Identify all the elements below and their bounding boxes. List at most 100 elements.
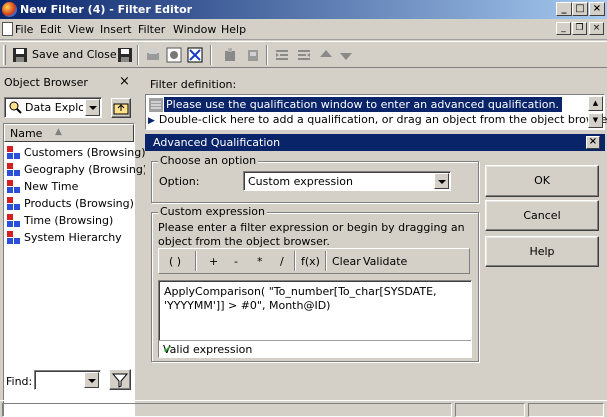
maximize-button[interactable]: □ <box>572 2 588 16</box>
menu-file[interactable]: File <box>15 23 33 36</box>
plus-button[interactable]: + <box>209 255 218 268</box>
find-label: Find: <box>6 375 33 388</box>
chevron-down-icon[interactable] <box>434 173 449 189</box>
choose-option-legend: Choose an option <box>158 154 259 167</box>
insert-object-icon[interactable] <box>222 47 238 63</box>
expression-help-text: Please enter a filter expression or begi… <box>158 221 465 248</box>
minus-button[interactable]: - <box>234 255 238 268</box>
toolbar: Save and Close <box>0 41 607 68</box>
toolbar-separator <box>325 251 327 271</box>
save-icon[interactable] <box>12 47 28 63</box>
check-icon: ✔ <box>163 343 173 356</box>
toolbar-separator <box>195 251 197 271</box>
function-button[interactable]: f(x) <box>301 255 320 268</box>
dialog-title-text: Advanced Qualification <box>153 136 281 149</box>
column-header-name[interactable]: Name ▲ <box>4 124 134 142</box>
clear-button[interactable]: Clear <box>332 255 361 268</box>
divide-button[interactable]: / <box>280 255 284 268</box>
add-qualification-text: Double-click here to add a qualification… <box>158 113 607 126</box>
add-qualification-row[interactable]: ▶ Double-click here to add a qualificatio… <box>148 113 607 129</box>
dialog-title: Advanced Qualification <box>145 134 605 151</box>
source-dropdown[interactable]: Data Explorer <box>4 97 102 118</box>
menu-insert[interactable]: Insert <box>100 23 132 36</box>
parent-folder-button[interactable] <box>111 98 131 118</box>
minimize-button[interactable]: _ <box>556 2 572 16</box>
menu-view[interactable]: View <box>68 23 94 36</box>
title-bar: New Filter (4) - Filter Editor _ □ × <box>0 0 607 19</box>
validation-status-bar: Valid expression ✔ <box>159 340 471 357</box>
list-item-label: Time (Browsing) <box>24 214 114 227</box>
app-icon <box>2 2 17 17</box>
sort-asc-icon: ▲ <box>55 127 62 137</box>
filter-definition-list[interactable]: Please use the qualification window to e… <box>145 94 607 130</box>
find-dropdown[interactable] <box>34 370 101 390</box>
option-dropdown[interactable]: Custom expression <box>243 171 451 191</box>
custom-expression-legend: Custom expression <box>158 205 267 218</box>
qualification-icon[interactable] <box>187 47 203 63</box>
search-icon <box>8 100 22 117</box>
toolbar-separator <box>137 45 139 65</box>
list-item[interactable]: New Time <box>6 180 78 197</box>
move-up-icon[interactable] <box>318 47 334 63</box>
chevron-down-icon[interactable] <box>85 99 100 116</box>
sql-view-icon[interactable] <box>166 47 182 63</box>
print-icon[interactable] <box>145 47 161 63</box>
menu-filter[interactable]: Filter <box>138 23 165 36</box>
status-bar <box>0 400 607 417</box>
list-item-label: Geography (Browsing) <box>24 163 148 176</box>
list-item[interactable]: Products (Browsing) <box>6 197 134 214</box>
close-button[interactable]: × <box>589 2 605 16</box>
scroll-up-icon[interactable]: ▲ <box>588 96 603 111</box>
menu-bar: File Edit View Insert Filter Window Help… <box>0 19 607 40</box>
hierarchy-icon <box>6 146 22 160</box>
filter-definition-label: Filter definition: <box>150 78 237 91</box>
source-value: Data Explorer <box>25 101 83 114</box>
find-filter-button[interactable] <box>109 369 131 390</box>
expression-toolbar: ( ) + - * / f(x) Clear Validate <box>158 248 470 274</box>
cancel-button[interactable]: Cancel <box>485 200 599 231</box>
column-header-label: Name <box>10 127 43 140</box>
chevron-down-icon[interactable] <box>84 372 99 388</box>
indent-left-icon[interactable] <box>274 47 290 63</box>
expression-editor[interactable]: ApplyComparison( "To_number[To_char[SYSD… <box>158 280 472 358</box>
scroll-down-icon[interactable]: ▼ <box>588 113 603 128</box>
hierarchy-icon <box>6 163 22 177</box>
move-down-icon[interactable] <box>338 47 354 63</box>
help-button[interactable]: Help <box>485 236 599 267</box>
mdi-minimize-button[interactable]: _ <box>556 22 571 35</box>
toolbar-grip[interactable] <box>3 45 6 65</box>
toolbar-separator <box>294 251 296 271</box>
menu-edit[interactable]: Edit <box>40 23 61 36</box>
menu-window[interactable]: Window <box>173 23 216 36</box>
ok-button[interactable]: OK <box>485 165 599 197</box>
expression-text[interactable]: ApplyComparison( "To_number[To_char[SYSD… <box>164 285 466 313</box>
menu-help[interactable]: Help <box>221 23 246 36</box>
save-and-close-button[interactable]: Save and Close <box>32 48 117 66</box>
list-item-label: New Time <box>24 180 79 193</box>
multiply-button[interactable]: * <box>257 255 263 268</box>
hierarchy-icon <box>6 231 22 245</box>
status-panel <box>455 403 525 417</box>
list-item-label: Customers (Browsing) <box>24 146 146 159</box>
insert-function-icon[interactable] <box>245 47 261 63</box>
qualification-text: Please use the qualification window to e… <box>164 97 562 112</box>
list-item-label: Products (Browsing) <box>24 197 134 210</box>
save-icon[interactable] <box>117 47 133 63</box>
mdi-restore-button[interactable]: ❐ <box>572 22 587 35</box>
validate-button[interactable]: Validate <box>363 255 407 268</box>
list-item-label: System Hierarchy <box>24 231 122 244</box>
window-title: New Filter (4) - Filter Editor <box>20 3 193 16</box>
list-item[interactable]: System Hierarchy <box>6 231 122 248</box>
list-item[interactable]: Customers (Browsing) <box>6 146 146 163</box>
qualification-row[interactable]: Please use the qualification window to e… <box>148 97 588 113</box>
dialog-close-button[interactable]: × <box>586 136 600 149</box>
parentheses-button[interactable]: ( ) <box>169 255 181 268</box>
folder-up-icon <box>113 103 129 115</box>
hierarchy-icon <box>6 214 22 228</box>
list-item[interactable]: Time (Browsing) <box>6 214 113 231</box>
toolbar-separator <box>266 45 268 65</box>
mdi-close-button[interactable]: × <box>589 22 604 35</box>
indent-right-icon[interactable] <box>296 47 312 63</box>
list-item[interactable]: Geography (Browsing) <box>6 163 147 180</box>
close-panel-icon[interactable]: × <box>119 74 130 89</box>
